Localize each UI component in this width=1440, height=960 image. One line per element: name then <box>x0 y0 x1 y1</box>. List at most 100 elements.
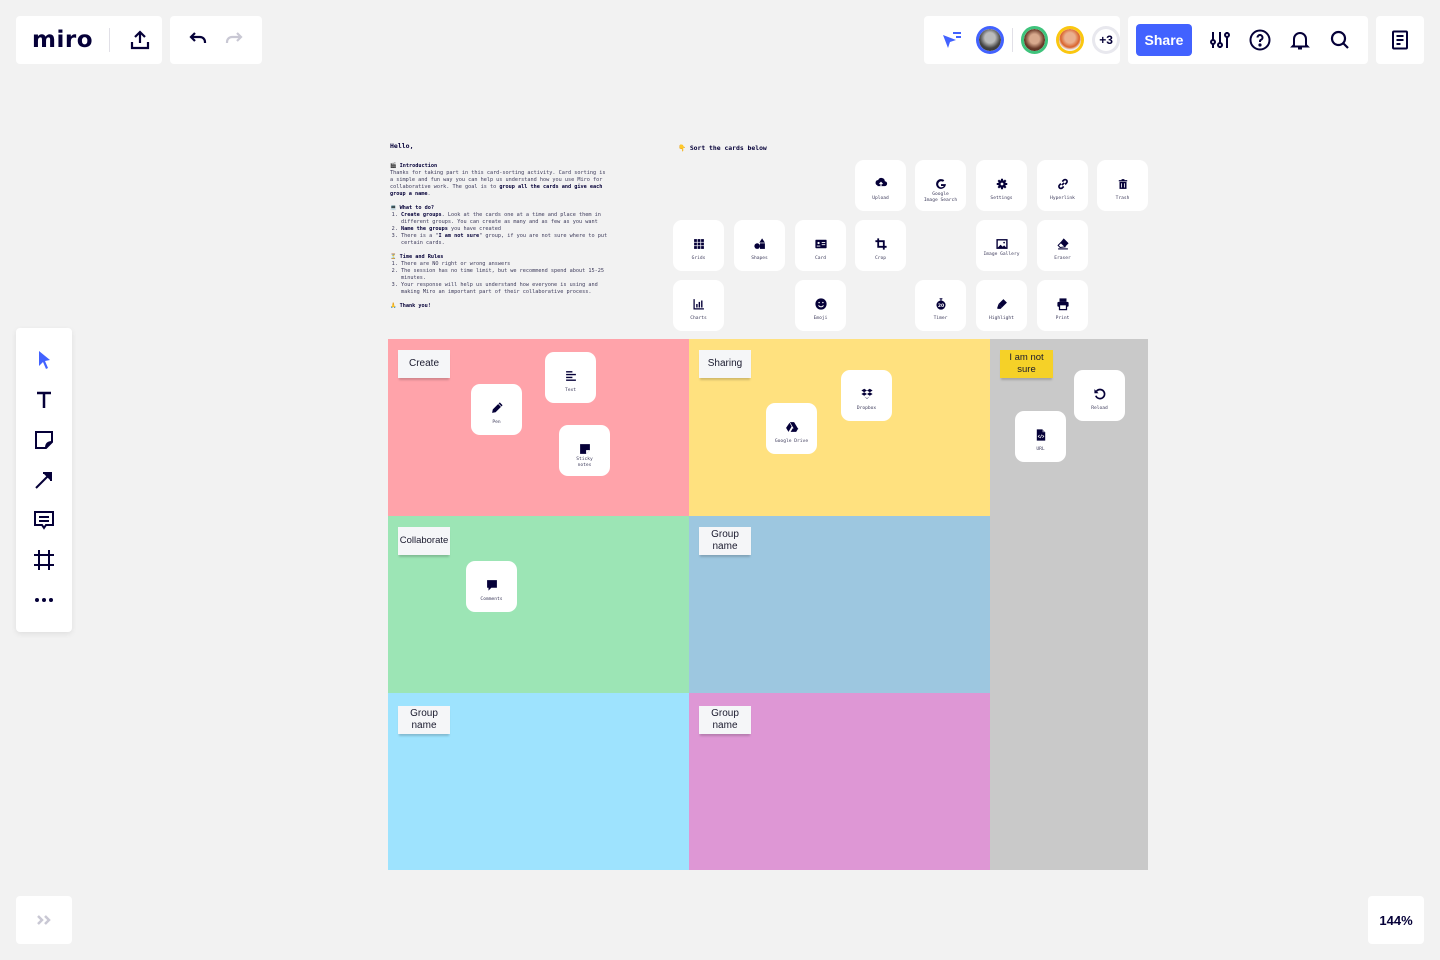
card-hyperlink[interactable]: Hyperlink <box>1037 160 1088 211</box>
card-settings[interactable]: Settings <box>976 160 1027 211</box>
sticky-note-icon <box>35 431 53 449</box>
redo-icon <box>225 32 243 43</box>
tool-text[interactable] <box>28 384 60 416</box>
board-notes-button[interactable] <box>1384 24 1416 56</box>
card-label: Grids <box>691 256 706 261</box>
zoom-level-button[interactable]: 144% <box>1368 896 1424 944</box>
google-icon <box>934 177 948 191</box>
group-label[interactable]: I am not sure <box>1000 350 1053 378</box>
card-text[interactable]: Text <box>545 352 596 403</box>
export-button[interactable] <box>124 24 156 56</box>
card-highlight[interactable]: Highlight <box>976 280 1027 331</box>
comment-icon <box>34 511 54 530</box>
search-button[interactable] <box>1324 24 1356 56</box>
expand-button[interactable] <box>28 904 60 936</box>
notifications-button[interactable] <box>1284 24 1316 56</box>
board-settings-button[interactable] <box>1204 24 1236 56</box>
tool-connection-line[interactable] <box>28 464 60 496</box>
notes-panel <box>1376 16 1424 64</box>
card-trash[interactable]: Trash <box>1097 160 1148 211</box>
share-button[interactable]: Share <box>1136 24 1192 56</box>
avatar-collaborator-1[interactable] <box>975 26 1004 54</box>
svg-text:20: 20 <box>937 303 943 309</box>
pen-icon <box>490 401 504 415</box>
intro-paragraph: Thanks for taking part in this card-sort… <box>390 170 610 198</box>
sort-title-text: Sort the cards below <box>689 144 767 152</box>
card-label: Print <box>1055 316 1070 321</box>
avatar-collaborator-2[interactable] <box>1020 26 1049 54</box>
text-icon <box>564 369 578 383</box>
miro-logo[interactable]: miro <box>32 27 93 53</box>
undo-icon <box>189 32 207 43</box>
card-grids[interactable]: Grids <box>673 220 724 271</box>
todo-bold: Create groups <box>401 212 442 218</box>
card-pen[interactable]: Pen <box>471 384 522 435</box>
rules-title: Time and Rules <box>399 254 444 260</box>
card-url[interactable]: URL <box>1015 411 1066 462</box>
card-sticky-notes[interactable]: Sticky notes <box>559 425 610 476</box>
text-icon <box>37 391 51 408</box>
redo-button[interactable] <box>218 24 250 56</box>
group-label[interactable]: Create <box>398 350 450 378</box>
card-print[interactable]: Print <box>1037 280 1088 331</box>
help-icon <box>1249 29 1271 51</box>
card-google-image-search[interactable]: Google Image Search <box>915 160 966 211</box>
card-label: Google Drive <box>774 439 809 444</box>
todo-list: Create groups. Look at the cards one at … <box>390 212 610 247</box>
rule-item: There are NO right or wrong answers <box>401 261 610 268</box>
card-label: Pen <box>492 420 501 425</box>
help-button[interactable] <box>1244 24 1276 56</box>
card-comments[interactable]: Comments <box>466 561 517 612</box>
card-google-drive[interactable]: Google Drive <box>766 403 817 454</box>
highlighter-icon <box>995 297 1009 311</box>
group-zone-not-sure[interactable] <box>990 339 1148 870</box>
tool-select[interactable] <box>28 344 60 376</box>
clapper-icon: 🎬 <box>390 163 400 169</box>
card-upload[interactable]: Upload <box>855 160 906 211</box>
group-label[interactable]: Group name <box>699 706 751 734</box>
card-label: Reload <box>1091 406 1108 411</box>
card-timer[interactable]: 20 Timer <box>915 280 966 331</box>
card-dropbox[interactable]: Dropbox <box>841 370 892 421</box>
group-label[interactable]: Collaborate <box>398 527 450 555</box>
more-users-badge[interactable]: +3 <box>1092 26 1120 54</box>
expand-panel <box>16 896 72 944</box>
card-reload[interactable]: Reload <box>1074 370 1125 421</box>
card-card[interactable]: Card <box>795 220 846 271</box>
card-image-gallery[interactable]: Image Gallery <box>976 220 1027 271</box>
thanks-text: Thank you! <box>399 303 431 309</box>
card-eraser[interactable]: Eraser <box>1037 220 1088 271</box>
group-label[interactable]: Group name <box>699 527 751 555</box>
rules-list: There are NO right or wrong answers The … <box>390 261 610 296</box>
group-label[interactable]: Sharing <box>699 350 751 378</box>
divider <box>1011 28 1013 52</box>
card-label: Text <box>564 388 577 393</box>
cursor-icon <box>39 351 50 369</box>
card-charts[interactable]: Charts <box>673 280 724 331</box>
tool-more[interactable] <box>28 584 60 616</box>
card-label: Charts <box>690 316 707 321</box>
avatar-collaborator-3[interactable] <box>1056 26 1085 54</box>
shapes-icon <box>753 237 767 251</box>
group-label[interactable]: Group name <box>398 706 450 734</box>
tool-frame[interactable] <box>28 544 60 576</box>
gear-icon <box>995 177 1009 191</box>
comment-icon <box>485 578 499 592</box>
todo-item: Name the groups you have created <box>401 226 610 233</box>
tool-comment[interactable] <box>28 504 60 536</box>
card-label: Trash <box>1115 196 1130 201</box>
timer-icon: 20 <box>934 297 948 311</box>
link-icon <box>1056 177 1070 191</box>
card-emoji[interactable]: Emoji <box>795 280 846 331</box>
card-shapes[interactable]: Shapes <box>734 220 785 271</box>
cursor-filter-button[interactable] <box>936 24 968 56</box>
card-crop[interactable]: Crop <box>855 220 906 271</box>
card-icon <box>814 237 828 251</box>
card-label: Hyperlink <box>1050 196 1075 201</box>
card-label: Crop <box>874 256 887 261</box>
undo-button[interactable] <box>182 24 214 56</box>
tool-sticky-note[interactable] <box>28 424 60 456</box>
todo-item: Create groups. Look at the cards one at … <box>401 212 610 226</box>
collaborators-panel: +3 <box>924 16 1120 64</box>
sticky-icon <box>578 442 592 456</box>
